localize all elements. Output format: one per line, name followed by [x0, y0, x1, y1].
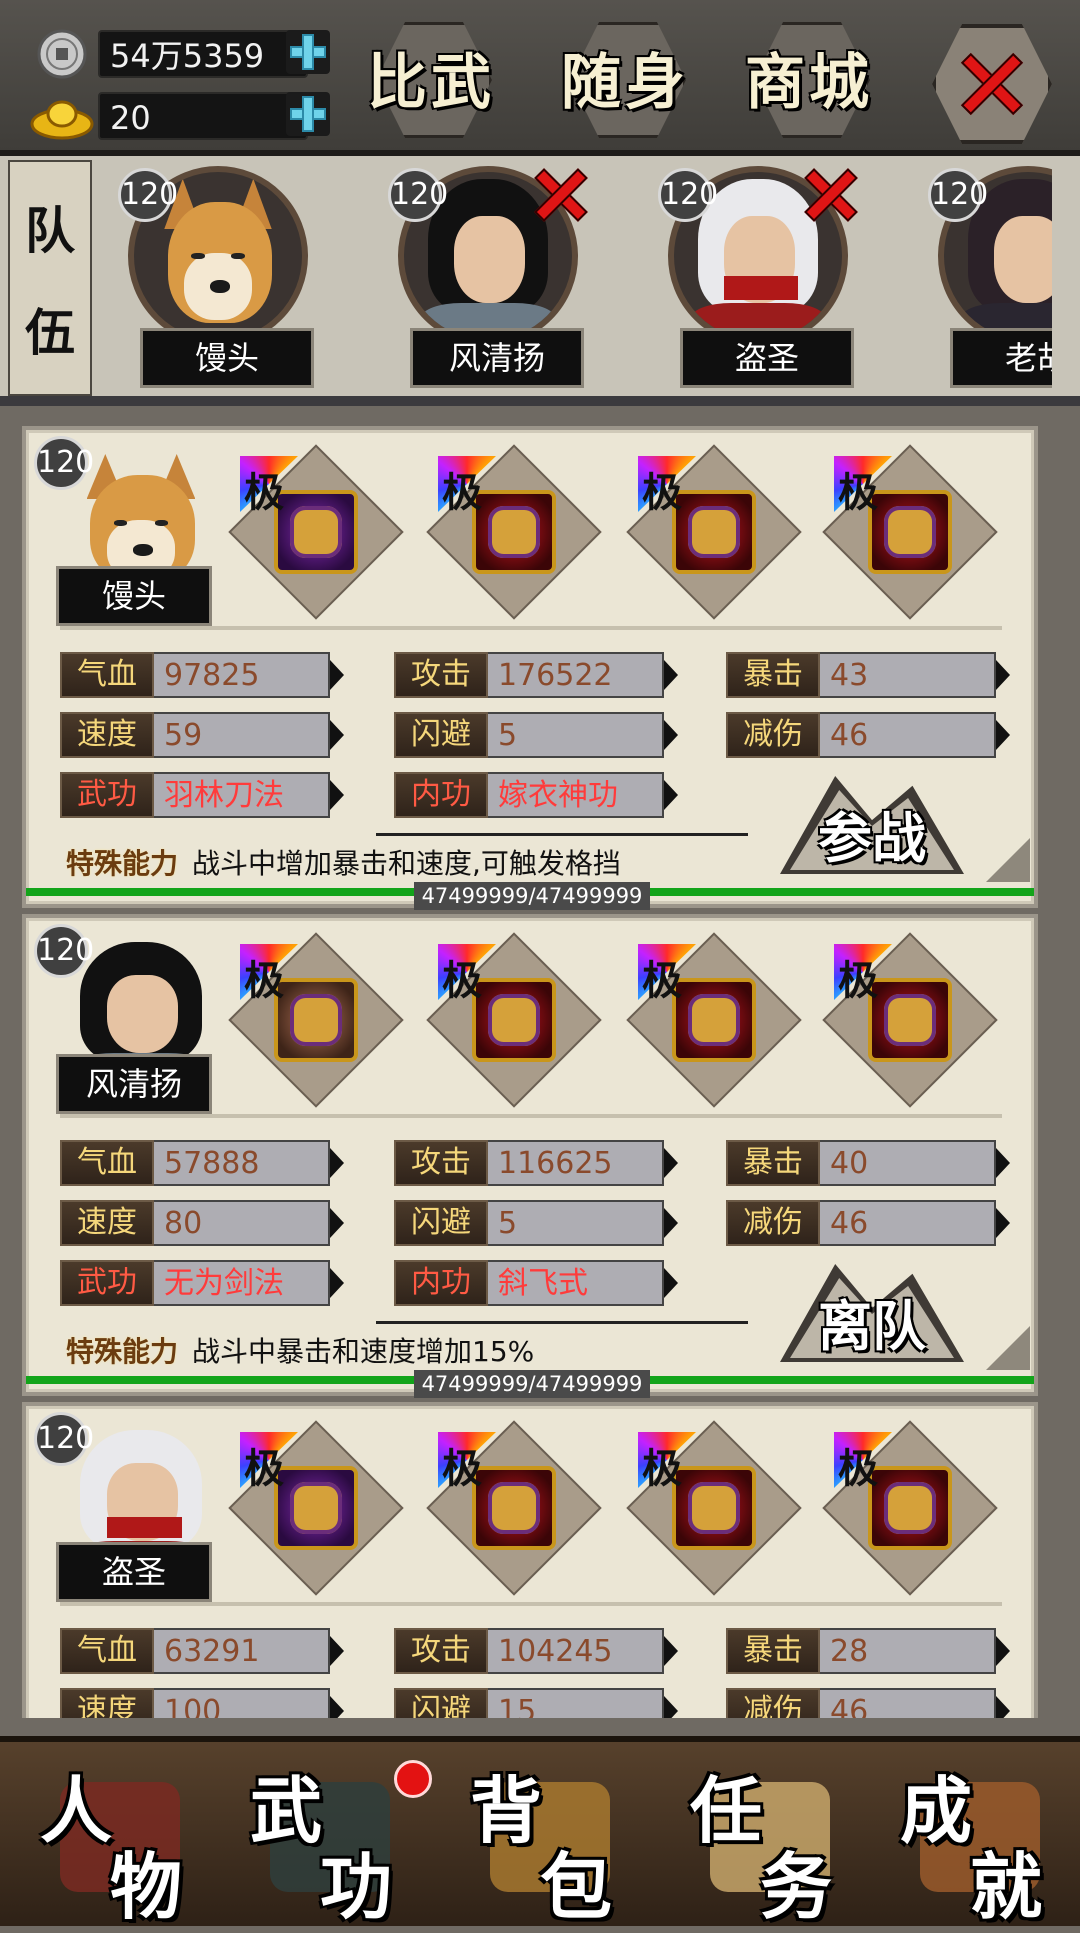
stat-crit[interactable]: 暴击 28	[726, 1628, 1010, 1674]
close-icon	[962, 54, 1022, 114]
stat-dmg-reduction[interactable]: 减伤 46	[726, 1200, 1010, 1246]
add-silver-button[interactable]	[286, 30, 330, 74]
stat-dmg-reduction[interactable]: 减伤 46	[726, 1688, 1010, 1718]
hero-list[interactable]: 120 馒头 极 极 极 极 气血97825 攻击176522 暴击43	[0, 406, 1080, 1718]
claw-icon	[290, 1482, 342, 1534]
armor-slot[interactable]: 极	[426, 1420, 602, 1596]
level-badge: 120	[928, 168, 988, 222]
hero-name: 风清扬	[56, 1054, 212, 1114]
stat-inner-skill[interactable]: 内功 嫁衣神功	[394, 772, 678, 818]
silver-currency: 54万5359	[30, 26, 308, 82]
sword-icon	[290, 994, 342, 1046]
level-badge: 120	[118, 168, 178, 222]
weapon-slot[interactable]: 极	[228, 444, 404, 620]
remove-member-icon[interactable]	[538, 172, 584, 218]
member-name: 馒头	[140, 328, 314, 388]
hero-name: 盗圣	[56, 1542, 212, 1602]
pvp-button[interactable]: 比武	[356, 14, 506, 140]
silver-coin-icon	[30, 26, 94, 82]
stat-dodge[interactable]: 闪避 15	[394, 1688, 678, 1718]
leave-team-button[interactable]: 离队	[772, 1256, 972, 1368]
gold-amount: 20	[98, 92, 308, 140]
team-member[interactable]: 120 风清扬	[388, 164, 588, 388]
armor-slot[interactable]: 极	[426, 444, 602, 620]
gold-currency: 20	[30, 88, 308, 144]
hero-card: 120 风清扬 极 极 极 极 气血57888 攻击116625 暴击40	[22, 914, 1038, 1398]
stat-crit[interactable]: 暴击 43	[726, 652, 1010, 698]
member-name: 盗圣	[680, 328, 854, 388]
stat-attack[interactable]: 攻击 176522	[394, 652, 678, 698]
stat-hp[interactable]: 气血 97825	[60, 652, 344, 698]
silver-amount: 54万5359	[98, 30, 308, 78]
boots-slot[interactable]: 极	[626, 1420, 802, 1596]
weapon-slot[interactable]: 极	[228, 932, 404, 1108]
token-slot[interactable]: 极	[822, 444, 998, 620]
stat-speed[interactable]: 速度 59	[60, 712, 344, 758]
join-battle-button[interactable]: 参战	[772, 768, 972, 880]
stat-dodge[interactable]: 闪避 5	[394, 712, 678, 758]
close-button[interactable]	[932, 24, 1052, 144]
shop-button[interactable]: 商城	[734, 14, 884, 140]
member-name: 老胡	[950, 328, 1052, 388]
hero-card: 120 馒头 极 极 极 极 气血97825 攻击176522 暴击43	[22, 426, 1038, 910]
stat-hp[interactable]: 气血 63291	[60, 1628, 344, 1674]
weapon-icon	[290, 506, 342, 558]
stat-inner-skill[interactable]: 内功 斜飞式	[394, 1260, 678, 1306]
boots-icon	[688, 994, 740, 1046]
hero-name: 馒头	[56, 566, 212, 626]
boots-icon	[688, 506, 740, 558]
stat-speed[interactable]: 速度 100	[60, 1688, 344, 1718]
gold-ingot-icon	[30, 88, 94, 144]
stat-dodge[interactable]: 闪避 5	[394, 1200, 678, 1246]
add-gold-button[interactable]	[286, 92, 330, 136]
level-badge: 120	[388, 168, 448, 222]
special-ability: 特殊能力 战斗中增加暴击和速度,可触发格挡	[66, 847, 621, 880]
top-bar: 54万5359 20 比武 随身 商城	[0, 0, 1080, 156]
carry-button[interactable]: 随身	[550, 14, 700, 140]
boots-icon	[688, 1482, 740, 1534]
level-badge: 120	[658, 168, 718, 222]
hero-card: 120 盗圣 极 极 极 极 气血63291 攻击104245 暴击28	[22, 1402, 1038, 1718]
nav-quest-button[interactable]: 任 务	[670, 1752, 870, 1929]
team-member[interactable]: 120 盗圣	[658, 164, 858, 388]
stat-attack[interactable]: 攻击 104245	[394, 1628, 678, 1674]
armor-icon	[488, 994, 540, 1046]
token-icon	[884, 506, 936, 558]
nav-bag-button[interactable]: 背 包	[450, 1752, 650, 1929]
token-icon	[884, 994, 936, 1046]
armor-icon	[488, 1482, 540, 1534]
level-badge: 120	[34, 436, 94, 490]
armor-slot[interactable]: 极	[426, 932, 602, 1108]
stat-martial-skill[interactable]: 武功 无为剑法	[60, 1260, 344, 1306]
stat-crit[interactable]: 暴击 40	[726, 1140, 1010, 1186]
team-strip: 队 伍 120 馒头 120 风清扬 120 盗圣 120 老	[0, 156, 1080, 406]
remove-member-icon[interactable]	[808, 172, 854, 218]
level-badge: 120	[34, 1412, 94, 1466]
notification-dot	[394, 1760, 432, 1798]
token-slot[interactable]: 极	[822, 932, 998, 1108]
stat-speed[interactable]: 速度 80	[60, 1200, 344, 1246]
team-label: 队 伍	[8, 160, 92, 396]
member-name: 风清扬	[410, 328, 584, 388]
stat-martial-skill[interactable]: 武功 羽林刀法	[60, 772, 344, 818]
token-icon	[884, 1482, 936, 1534]
stat-hp[interactable]: 气血 57888	[60, 1140, 344, 1186]
hp-text: 47499999/47499999	[414, 1370, 650, 1398]
team-member[interactable]: 120 馒头	[118, 164, 318, 388]
boots-slot[interactable]: 极	[626, 932, 802, 1108]
hp-text: 47499999/47499999	[414, 882, 650, 910]
weapon-slot[interactable]: 极	[228, 1420, 404, 1596]
team-member[interactable]: 120 老胡	[928, 164, 1052, 388]
stat-attack[interactable]: 攻击 116625	[394, 1140, 678, 1186]
boots-slot[interactable]: 极	[626, 444, 802, 620]
bottom-nav: 人 物 武 功 背 包 任 务 成 就	[0, 1736, 1080, 1929]
armor-icon	[488, 506, 540, 558]
token-slot[interactable]: 极	[822, 1420, 998, 1596]
special-ability: 特殊能力 战斗中暴击和速度增加15%	[66, 1335, 535, 1368]
nav-character-button[interactable]: 人 物	[20, 1752, 220, 1929]
stat-dmg-reduction[interactable]: 减伤 46	[726, 712, 1010, 758]
nav-achievement-button[interactable]: 成 就	[880, 1752, 1080, 1929]
level-badge: 120	[34, 924, 94, 978]
